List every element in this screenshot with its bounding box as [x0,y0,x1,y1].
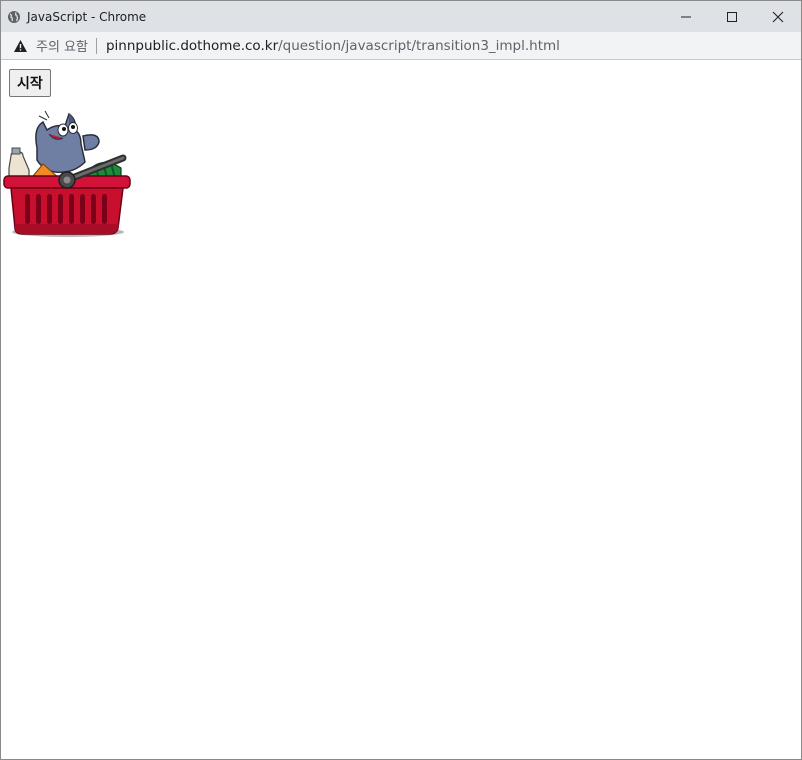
url-text[interactable]: pinnpublic.dothome.co.kr/question/javasc… [106,38,560,54]
minimize-icon [681,16,691,17]
window-controls [663,1,801,32]
address-divider [95,37,97,54]
shopping-basket-cat-image [3,110,131,237]
maximize-button[interactable] [709,1,755,32]
page-content: 시작 [1,60,801,758]
window-title: JavaScript - Chrome [27,9,147,24]
security-status-label[interactable]: 주의 요함 [36,36,88,55]
warning-icon[interactable] [13,39,28,53]
close-icon [772,11,784,22]
start-button[interactable]: 시작 [9,69,51,97]
title-bar: JavaScript - Chrome [1,1,801,32]
url-host: pinnpublic.dothome.co.kr [105,37,279,54]
browser-window: JavaScript - Chrome 주의 요함 pinnpublic.dot… [0,0,802,760]
minimize-button[interactable] [663,1,709,32]
url-path: /question/javascript/transition3_impl.ht… [278,37,560,54]
address-bar[interactable]: 주의 요함 pinnpublic.dothome.co.kr/question/… [1,32,801,60]
maximize-icon [727,11,737,22]
close-button[interactable] [755,1,801,32]
globe-icon [7,10,21,24]
